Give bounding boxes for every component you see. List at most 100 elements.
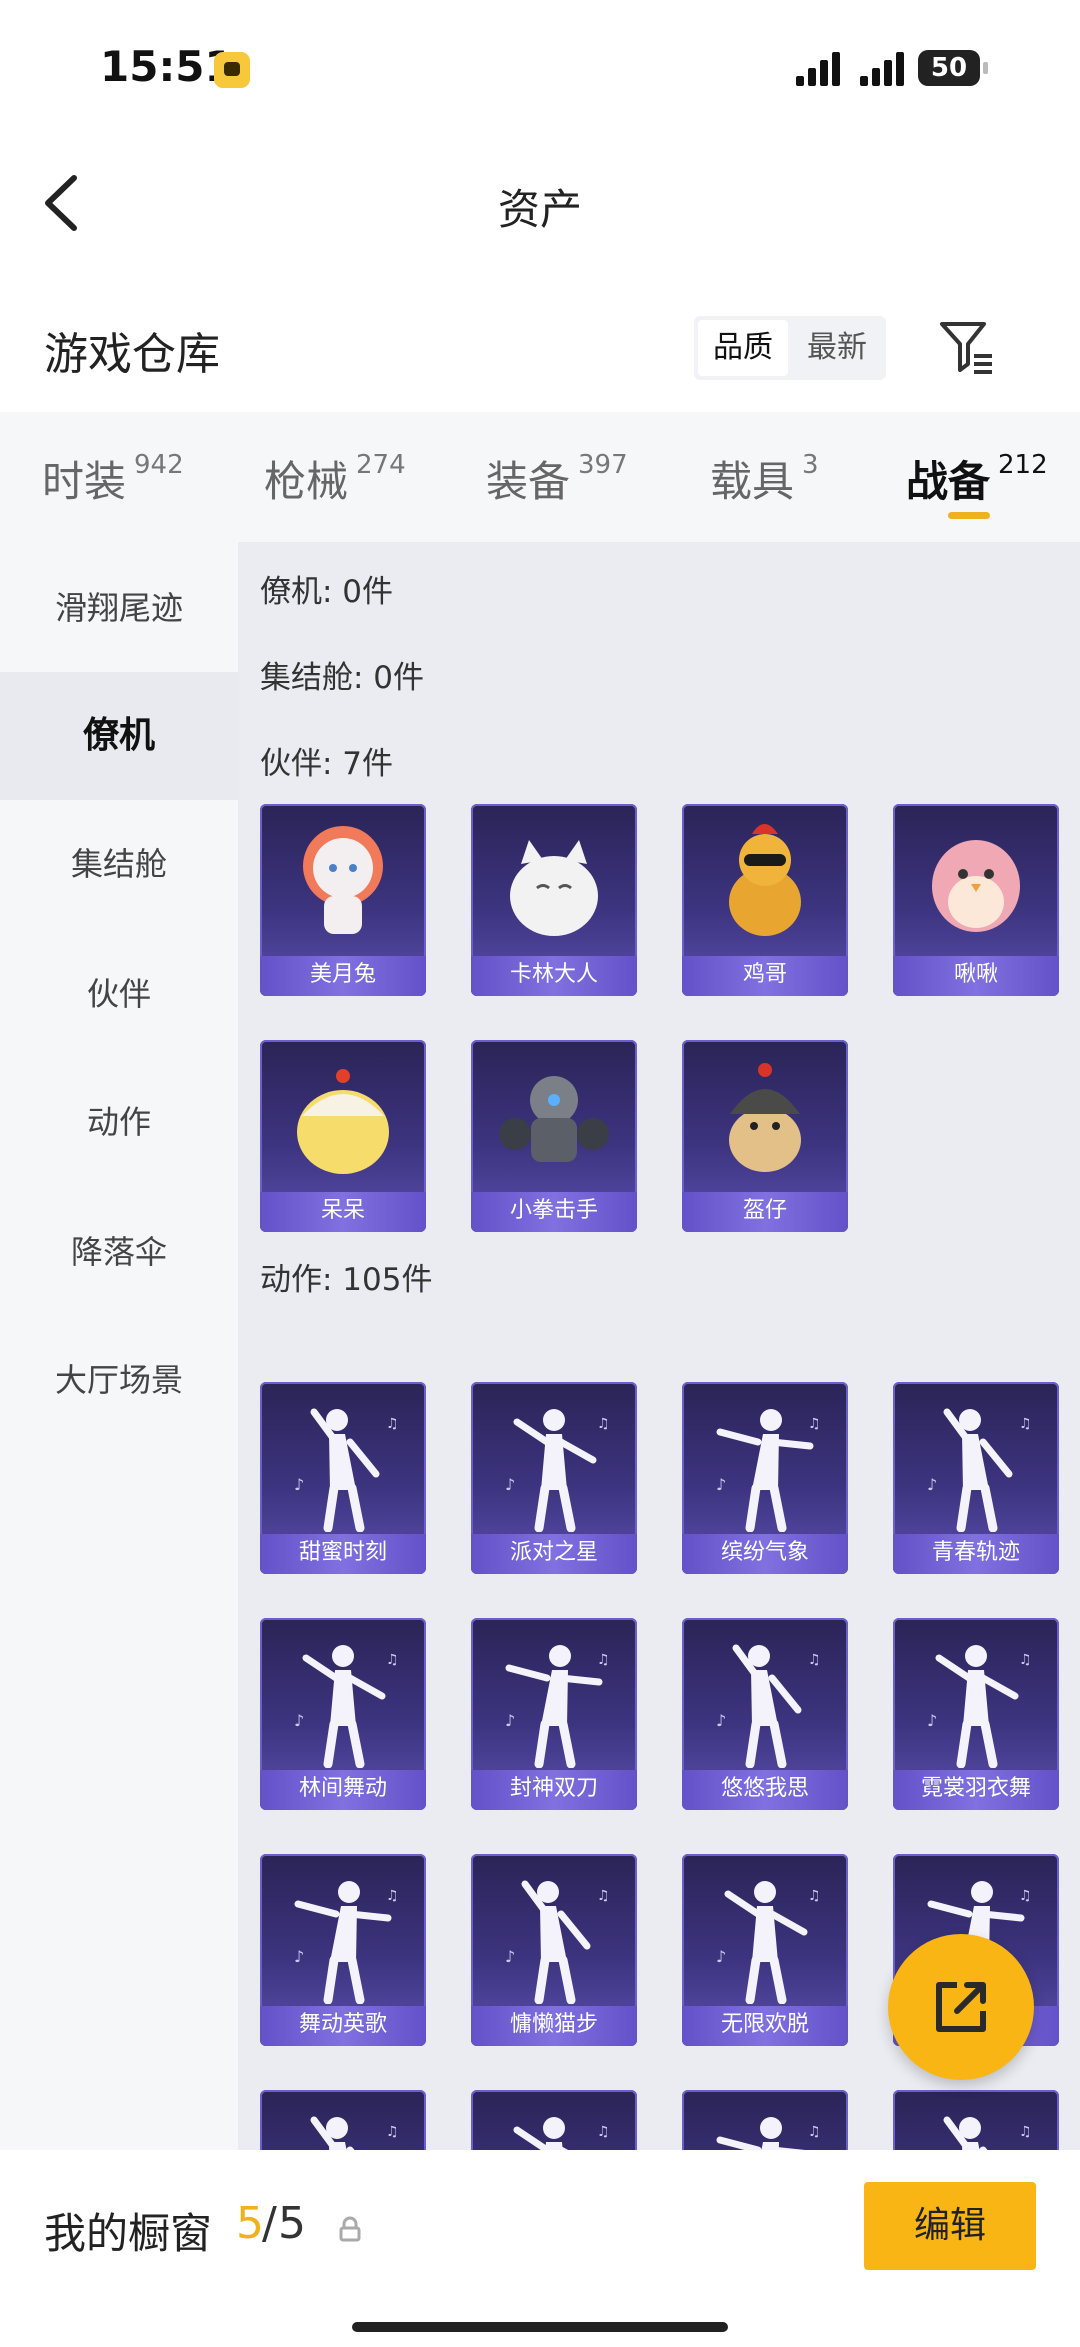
dance-pose-image: ♪♫	[927, 1645, 1032, 1768]
partner-name: 盔仔	[682, 1192, 848, 1232]
section-wingman-count: 僚机: 0件	[260, 574, 394, 610]
sidebar-item-lobby-scene[interactable]: 大厅场景	[0, 1316, 238, 1444]
action-name: 悠悠我思	[682, 1770, 848, 1810]
action-name: 派对之星	[471, 1534, 637, 1574]
lock-icon	[339, 2216, 361, 2242]
svg-text:♪: ♪	[294, 1947, 304, 1966]
action-name: 无限欢脱	[682, 2006, 848, 2046]
share-icon	[936, 1982, 986, 2032]
svg-text:♫: ♫	[808, 1652, 821, 1668]
svg-text:♫: ♫	[1019, 2124, 1032, 2140]
dance-pose-image: ♪♫	[716, 1644, 821, 1768]
cell-signal-icon	[796, 52, 844, 86]
tab-vehicles[interactable]: 载具 3	[710, 448, 819, 518]
action-name: 封神双刀	[471, 1770, 637, 1810]
action-card[interactable]: ♪ ♫ 慵懒猫步	[471, 1854, 637, 2046]
status-bar: 15:51 50	[0, 0, 1080, 140]
action-name: 慵懒猫步	[471, 2006, 637, 2046]
partner-card[interactable]: 卡林大人	[471, 804, 637, 996]
sidebar-item-action[interactable]: 动作	[0, 1058, 238, 1186]
tab-label: 枪械	[264, 457, 349, 506]
tab-label: 载具	[710, 457, 795, 506]
action-card[interactable]: ♪ ♫ 舞动英歌	[260, 1854, 426, 2046]
tab-fashion[interactable]: 时装 942	[42, 448, 184, 518]
svg-text:♫: ♫	[808, 2124, 821, 2140]
section-partner-count: 伙伴: 7件	[260, 746, 394, 782]
svg-text:♪: ♪	[294, 1711, 304, 1730]
sidebar-item-capsule[interactable]: 集结舱	[0, 800, 238, 928]
tab-count: 397	[578, 450, 628, 480]
partner-name: 鸡哥	[682, 956, 848, 996]
dance-pose-image: ♪♫	[716, 2117, 821, 2150]
svg-text:♫: ♫	[386, 1416, 399, 1432]
action-card[interactable]: ♪♫	[260, 2090, 426, 2150]
action-card[interactable]: ♪ ♫ 霓裳羽衣舞	[893, 1618, 1059, 1810]
tab-count: 274	[356, 450, 406, 480]
white-cat-image	[510, 840, 598, 936]
tab-battle-prep[interactable]: 战备 212	[906, 448, 1048, 518]
action-card[interactable]: ♪ ♫ 派对之星	[471, 1382, 637, 1574]
sidebar-item-parachute[interactable]: 降落伞	[0, 1188, 238, 1316]
svg-text:♫: ♫	[1019, 1888, 1032, 1904]
action-card[interactable]: ♪ ♫ 封神双刀	[471, 1618, 637, 1810]
action-card[interactable]: ♪ ♫ 甜蜜时刻	[260, 1382, 426, 1574]
svg-text:♫: ♫	[1019, 1652, 1032, 1668]
dance-pose-image: ♪♫	[716, 1409, 821, 1532]
svg-text:♫: ♫	[386, 1888, 399, 1904]
tab-label: 战备	[906, 457, 991, 506]
sort-quality-button[interactable]: 品质	[698, 320, 788, 376]
tab-weapons[interactable]: 枪械 274	[264, 448, 406, 518]
asset-list: 僚机: 0件 集结舱: 0件 伙伴: 7件 美月兔 卡林大人 鸡哥 啾啾 呆呆 …	[238, 542, 1080, 2150]
svg-text:♪: ♪	[505, 1475, 515, 1494]
share-button[interactable]	[888, 1934, 1034, 2080]
svg-text:♫: ♫	[1019, 1416, 1032, 1432]
svg-text:♪: ♪	[505, 1947, 515, 1966]
svg-text:♫: ♫	[597, 2124, 610, 2140]
boxer-robot-image	[499, 1076, 609, 1162]
sort-latest-button[interactable]: 最新	[792, 316, 882, 380]
sidebar-item-wingman[interactable]: 僚机	[0, 672, 238, 800]
action-card[interactable]: ♪ ♫ 林间舞动	[260, 1618, 426, 1810]
action-card[interactable]: ♪ ♫ 悠悠我思	[682, 1618, 848, 1810]
chicken-image	[729, 824, 801, 936]
action-card[interactable]: ♪ ♫ 缤纷气象	[682, 1382, 848, 1574]
dance-pose-image: ♪♫	[294, 1645, 399, 1768]
action-name: 霓裳羽衣舞	[893, 1770, 1059, 1810]
cell-signal-icon-2	[860, 52, 908, 86]
svg-text:♪: ♪	[716, 1947, 726, 1966]
partner-card[interactable]: 盔仔	[682, 1040, 848, 1232]
filter-button[interactable]	[938, 318, 996, 376]
partner-name: 卡林大人	[471, 956, 637, 996]
partner-card[interactable]: 鸡哥	[682, 804, 848, 996]
pink-bird-image	[932, 840, 1020, 932]
action-card[interactable]: ♪♫	[682, 2090, 848, 2150]
showcase-bar: 我的橱窗 5 / 5 编辑	[0, 2150, 1080, 2347]
svg-text:♫: ♫	[597, 1416, 610, 1432]
showcase-separator: /	[262, 2198, 277, 2249]
action-card[interactable]: ♪ ♫ 无限欢脱	[682, 1854, 848, 2046]
dance-pose-image: ♪♫	[927, 1408, 1032, 1532]
svg-text:♫: ♫	[386, 2124, 399, 2140]
action-card[interactable]: ♪♫	[893, 2090, 1059, 2150]
sidebar-item-partner[interactable]: 伙伴	[0, 930, 238, 1058]
svg-text:♪: ♪	[927, 1711, 937, 1730]
page-title: 资产	[497, 185, 582, 234]
partner-card[interactable]: 小拳击手	[471, 1040, 637, 1232]
dance-pose-image: ♪♫	[294, 1408, 399, 1532]
sidebar-item-glide-trail[interactable]: 滑翔尾迹	[0, 544, 238, 672]
action-card[interactable]: ♪ ♫ 青春轨迹	[893, 1382, 1059, 1574]
showcase-label: 我的橱窗	[44, 2209, 213, 2258]
sort-toggle: 品质 最新	[694, 316, 886, 380]
partner-card[interactable]: 啾啾	[893, 804, 1059, 996]
action-card[interactable]: ♪♫	[471, 2090, 637, 2150]
yellow-chick-image	[297, 1069, 389, 1174]
active-tab-underline	[948, 512, 990, 519]
partner-name: 啾啾	[893, 956, 1059, 996]
svg-text:♪: ♪	[716, 1711, 726, 1730]
svg-text:♪: ♪	[294, 1475, 304, 1494]
notification-app-icon	[214, 52, 250, 88]
partner-card[interactable]: 呆呆	[260, 1040, 426, 1232]
edit-button[interactable]: 编辑	[864, 2182, 1036, 2270]
tab-equipment[interactable]: 装备 397	[486, 448, 628, 518]
partner-card[interactable]: 美月兔	[260, 804, 426, 996]
